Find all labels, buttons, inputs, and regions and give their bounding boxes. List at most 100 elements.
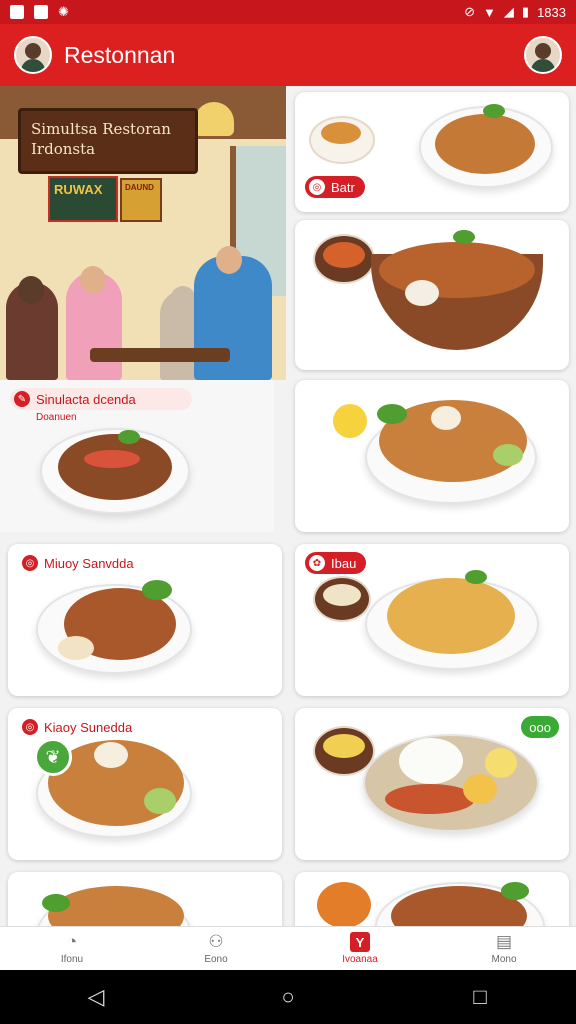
food-card-6[interactable]: ✿ Ibau	[295, 544, 569, 696]
recents-icon[interactable]: □	[465, 982, 495, 1012]
dish-subtitle: Doanuen	[36, 412, 77, 423]
food-card-9[interactable]	[8, 872, 282, 926]
tag-icon: ✎	[14, 391, 30, 407]
battery-icon: ▮	[521, 4, 530, 19]
dish-tag-label: Sinulacta dcenda	[36, 391, 136, 407]
garnish-leaf	[501, 882, 529, 900]
food-card-8[interactable]: ooo	[295, 708, 569, 860]
sign-line-2: Irdonsta	[31, 140, 96, 158]
rice-food	[399, 738, 463, 784]
system-nav-bar: ◁ ○ □	[0, 970, 576, 1024]
diner-3-head	[170, 286, 196, 314]
food-card-10[interactable]	[295, 872, 569, 926]
app-icon: ✺	[58, 4, 69, 19]
lamp-illustration	[194, 102, 234, 136]
lemon-food	[485, 748, 517, 778]
side-dish-food	[323, 734, 365, 758]
status-left: ✺	[10, 4, 69, 20]
noodle-food	[387, 578, 515, 654]
app-title: Restonnan	[64, 41, 176, 68]
restaurant-sign: Simultsa Restoran Irdonsta	[18, 108, 198, 174]
food-card-7[interactable]: ◎ Kiaoy Sunedda ❦	[8, 708, 282, 860]
nav-item-restaurant[interactable]: Y Ivoanaa	[288, 927, 432, 970]
notification-icon	[10, 5, 24, 19]
nav-item-home[interactable]: ◔ Ifonu	[0, 927, 144, 970]
dish-tag-label: Batr	[331, 179, 355, 195]
app-bar: Restonnan	[0, 24, 576, 86]
food-grid: Simultsa Restoran Irdonsta RUWAX DAUND ◎…	[0, 86, 576, 926]
dish-tag-label: Kiaoy Sunedda	[44, 719, 133, 735]
restaurant-hero-image[interactable]: Simultsa Restoran Irdonsta RUWAX DAUND	[0, 86, 286, 380]
soup-food	[379, 242, 535, 298]
sausage-food	[385, 784, 475, 814]
sign-line-1: Simultsa Restoran	[31, 120, 171, 138]
tag-icon: ✿	[309, 555, 325, 571]
lime-icon	[333, 404, 367, 438]
menu-board-2-text: DAUND	[125, 183, 154, 192]
food-card-5[interactable]: ◎ Miuoy Sanvdda	[8, 544, 282, 696]
dish-tag: ooo	[521, 716, 559, 738]
food-card-4[interactable]	[295, 380, 569, 532]
nav-label-home: Ifonu	[60, 954, 84, 965]
nav-item-profile[interactable]: ⚇ Eono	[144, 927, 288, 970]
garnish-leaf	[453, 230, 475, 244]
side-food	[58, 636, 94, 660]
egg-food	[463, 774, 497, 804]
diner-4-head	[216, 246, 242, 274]
bottom-nav: ◔ Ifonu ⚇ Eono Y Ivoanaa ▤ Mono	[0, 926, 576, 970]
food-card-2[interactable]	[295, 220, 569, 370]
egg-food	[431, 406, 461, 430]
nav-label-profile: Eono	[204, 954, 228, 965]
nav-label-restaurant: Ivoanaa	[342, 954, 378, 965]
cucumber-food	[493, 444, 523, 466]
status-time: 1833	[537, 4, 566, 20]
home-circle-icon[interactable]: ○	[273, 982, 303, 1012]
user-avatar[interactable]	[14, 36, 52, 74]
dish-tag: ✿ Ibau	[305, 552, 367, 574]
garnish-leaf	[42, 894, 70, 912]
food-card-1[interactable]: ◎ Batr	[295, 92, 569, 212]
egg-food	[94, 742, 128, 768]
food-card-3[interactable]: ✎ Sinulacta dcenda Doanuen	[0, 380, 274, 532]
leaf-badge-icon: ❦	[34, 738, 72, 776]
tag-icon: ◎	[309, 179, 325, 195]
noodle-food	[435, 114, 535, 174]
nav-item-menu[interactable]: ▤ Mono	[432, 927, 576, 970]
restaurant-icon: Y	[350, 932, 370, 952]
garnish-leaf	[465, 570, 487, 584]
diner-2-head	[80, 266, 106, 294]
garnish-leaf	[118, 430, 140, 444]
back-icon[interactable]: ◁	[81, 982, 111, 1012]
side-dish-food	[323, 242, 365, 268]
dish-tag: ✎ Sinulacta dcenda	[10, 388, 192, 410]
nav-label-menu: Mono	[491, 954, 517, 965]
egg-food	[405, 280, 439, 306]
orange-slice-food	[317, 882, 371, 926]
profile-icon: ⚇	[208, 932, 224, 951]
cucumber-food	[144, 788, 176, 814]
message-icon	[34, 5, 48, 19]
diner-1-head	[18, 276, 44, 304]
table-illustration	[90, 348, 230, 362]
garnish-leaf	[483, 104, 505, 118]
dish-tag: ◎ Miuoy Sanvdda	[18, 552, 144, 574]
wifi-icon: ▼	[483, 4, 496, 20]
dish-tag-label: ooo	[529, 719, 551, 735]
side-dish-food	[323, 584, 361, 606]
status-right: ⊘ ▼ ◢ ▮ 1833	[464, 4, 566, 20]
alarm-icon: ⊘	[464, 4, 476, 19]
menu-board-2: DAUND	[120, 178, 162, 222]
side-dish-food	[321, 122, 361, 144]
garnish-leaf	[142, 580, 172, 600]
menu-board: RUWAX	[48, 176, 118, 222]
dish-tag-label: Ibau	[331, 555, 357, 571]
tag-icon: ◎	[22, 719, 38, 735]
profile-avatar[interactable]	[524, 36, 562, 74]
tag-icon: ◎	[22, 555, 38, 571]
dish-tag: ◎ Batr	[305, 176, 365, 198]
sausage-food	[84, 450, 140, 468]
status-bar: ✺ ⊘ ▼ ◢ ▮ 1833	[0, 0, 576, 24]
home-icon: ◔	[66, 932, 78, 951]
garnish-leaf	[377, 404, 407, 424]
dish-tag: ◎ Kiaoy Sunedda	[18, 716, 142, 738]
